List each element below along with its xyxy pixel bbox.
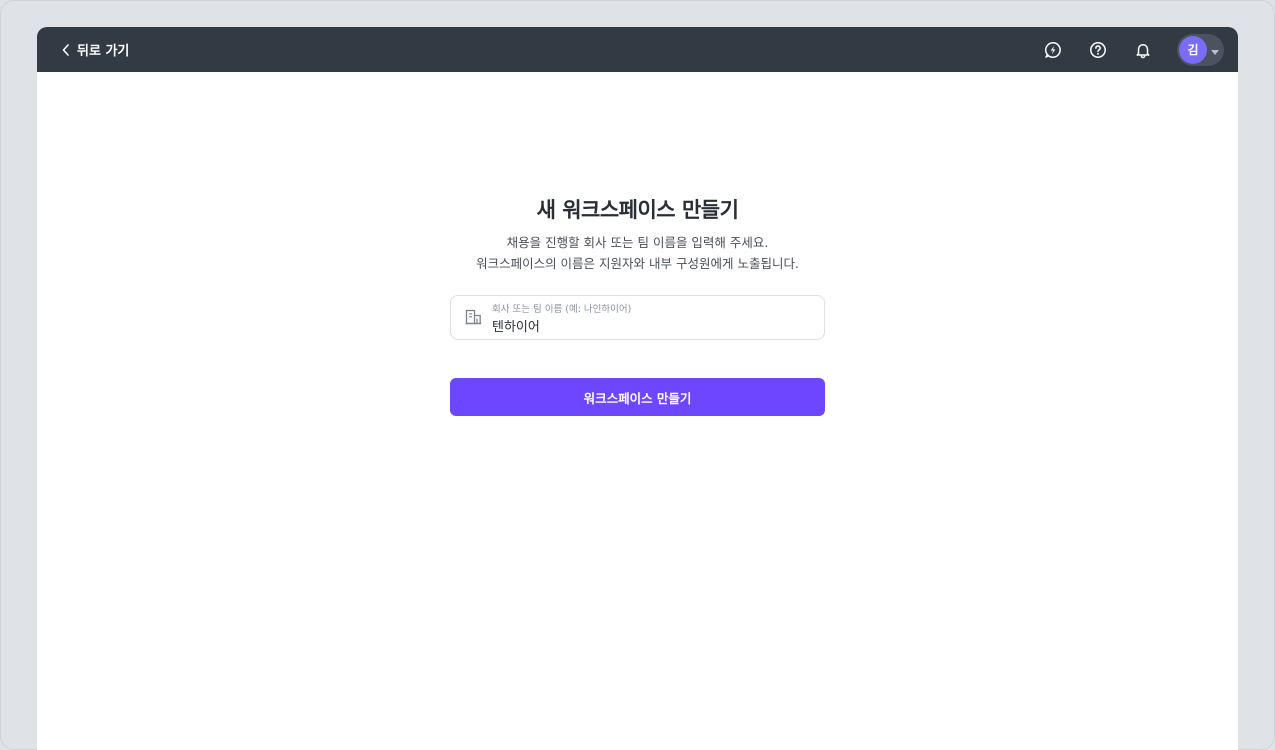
description-line-1: 채용을 진행할 회사 또는 팀 이름을 입력해 주세요. [506, 235, 769, 250]
main-content: 새 워크스페이스 만들기 채용을 진행할 회사 또는 팀 이름을 입력해 주세요… [37, 72, 1238, 750]
back-label: 뒤로 가기 [77, 44, 130, 59]
caret-down-icon [1211, 40, 1219, 59]
help-icon[interactable] [1087, 39, 1109, 61]
top-bar-actions: 김 [1042, 27, 1224, 72]
back-button[interactable]: 뒤로 가기 [61, 27, 129, 72]
chat-icon[interactable] [1042, 39, 1064, 61]
app-window: 뒤로 가기 김 새 워크스페이스 만들기 채용을 진행할 회사 또는 팀 이름을… [37, 27, 1238, 750]
page-description: 채용을 진행할 회사 또는 팀 이름을 입력해 주세요. 워크스페이스의 이름은… [37, 232, 1238, 274]
create-workspace-button[interactable]: 워크스페이스 만들기 [450, 378, 825, 416]
account-menu[interactable]: 김 [1177, 33, 1224, 66]
top-bar: 뒤로 가기 김 [37, 27, 1238, 72]
description-line-2: 워크스페이스의 이름은 지원자와 내부 구성원에게 노출됩니다. [476, 256, 799, 271]
bell-icon[interactable] [1132, 39, 1154, 61]
workspace-name-input[interactable]: 텐하이어 [492, 316, 540, 335]
chevron-left-icon [61, 43, 71, 57]
field-label: 회사 또는 팀 이름 (예: 나인하이어) [492, 304, 632, 315]
building-icon [465, 309, 482, 329]
avatar: 김 [1179, 35, 1207, 64]
workspace-name-field[interactable]: 회사 또는 팀 이름 (예: 나인하이어) 텐하이어 [450, 295, 825, 340]
page-title: 새 워크스페이스 만들기 [536, 198, 739, 222]
